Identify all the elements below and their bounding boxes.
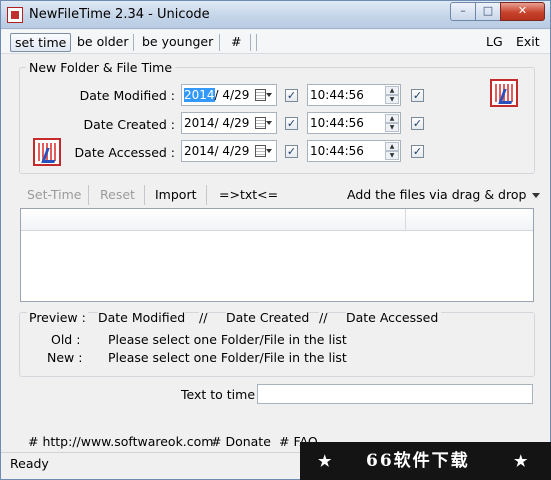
menu-separator <box>219 34 220 51</box>
menu-separator <box>250 34 251 51</box>
star-icon: ★ <box>514 452 528 470</box>
date-year-segment[interactable]: 2014 <box>184 144 215 158</box>
app-logo-icon[interactable] <box>490 79 518 107</box>
date-modified-picker[interactable]: 2014/ 4/29 <box>181 84 277 106</box>
time-modified-field[interactable]: 10:44:56 ▲ ▼ <box>307 84 401 106</box>
preview-date-modified: Date Modified <box>98 310 186 325</box>
preview-separator: // <box>199 310 208 325</box>
website-link[interactable]: # http://www.softwareok.com <box>28 434 213 449</box>
date-modified-date-checkbox[interactable]: ✓ <box>285 89 298 102</box>
time-value[interactable]: 10:44:56 <box>310 116 364 130</box>
drag-drop-label[interactable]: Add the files via drag & drop <box>347 187 526 202</box>
old-label: Old : <box>51 332 81 347</box>
menu-be-younger[interactable]: be younger <box>138 33 217 52</box>
time-spinner[interactable]: ▲ ▼ <box>385 114 399 132</box>
new-label: New : <box>47 350 83 365</box>
column-separator[interactable] <box>405 209 406 231</box>
menu-separator <box>256 34 257 51</box>
window-title: NewFileTime 2.34 - Unicode <box>29 7 210 22</box>
preview-separator: // <box>319 310 328 325</box>
time-created-field[interactable]: 10:44:56 ▲ ▼ <box>307 112 401 134</box>
new-value: Please select one Folder/File in the lis… <box>108 350 347 365</box>
time-value[interactable]: 10:44:56 <box>310 144 364 158</box>
file-list-header[interactable] <box>21 209 533 231</box>
donate-link[interactable]: # Donate <box>211 434 271 449</box>
spin-up-icon[interactable]: ▲ <box>385 86 399 95</box>
preview-date-created: Date Created <box>226 310 310 325</box>
menu-exit[interactable]: Exit <box>512 33 544 52</box>
label-date-accessed: Date Accessed : <box>74 145 175 160</box>
menu-separator <box>133 34 134 51</box>
old-value: Please select one Folder/File in the lis… <box>108 332 347 347</box>
menu-set-time[interactable]: set time <box>10 33 72 52</box>
date-year-segment[interactable]: 2014 <box>184 88 215 102</box>
close-button[interactable]: ✕ <box>500 2 545 21</box>
date-rest-segment[interactable]: / 4/29 <box>215 88 250 102</box>
txt-export-button[interactable]: =>txt<= <box>219 186 278 204</box>
toolbar-separator <box>144 185 145 205</box>
date-accessed-picker[interactable]: 2014/ 4/29 <box>181 140 277 162</box>
chevron-down-icon[interactable] <box>532 193 541 198</box>
star-icon: ★ <box>318 452 332 470</box>
maximize-button[interactable]: □ <box>475 2 501 21</box>
set-time-button[interactable]: Set-Time <box>27 186 81 204</box>
preview-date-accessed: Date Accessed <box>346 310 442 325</box>
date-created-date-checkbox[interactable]: ✓ <box>285 117 298 130</box>
app-window: NewFileTime 2.34 - Unicode – □ ✕ set tim… <box>0 0 551 480</box>
date-modified-time-checkbox[interactable]: ✓ <box>411 89 424 102</box>
watermark-banner: ★ 66软件下载 ★ <box>300 442 551 480</box>
drag-drop-menu[interactable]: Add the files via drag & drop <box>347 186 541 204</box>
toolbar-separator <box>206 185 207 205</box>
preview-label: Preview : <box>27 310 88 325</box>
calendar-dropdown-icon[interactable] <box>254 88 274 103</box>
date-rest-segment[interactable]: / 4/29 <box>215 116 250 130</box>
spin-up-icon[interactable]: ▲ <box>385 142 399 151</box>
date-created-time-checkbox[interactable]: ✓ <box>411 117 424 130</box>
time-value[interactable]: 10:44:56 <box>310 88 364 102</box>
calendar-dropdown-icon[interactable] <box>254 116 274 131</box>
date-accessed-date-checkbox[interactable]: ✓ <box>285 145 298 158</box>
date-accessed-time-checkbox[interactable]: ✓ <box>411 145 424 158</box>
menu-lg[interactable]: LG <box>482 33 507 52</box>
time-spinner[interactable]: ▲ ▼ <box>385 86 399 104</box>
file-list[interactable] <box>20 208 534 302</box>
date-rest-segment[interactable]: / 4/29 <box>215 144 250 158</box>
status-text: Ready <box>10 456 49 471</box>
spin-down-icon[interactable]: ▼ <box>385 151 399 160</box>
date-year-segment[interactable]: 2014 <box>184 116 215 130</box>
spin-up-icon[interactable]: ▲ <box>385 114 399 123</box>
watermark-text: 66软件下载 <box>366 451 470 471</box>
date-created-picker[interactable]: 2014/ 4/29 <box>181 112 277 134</box>
text-to-time-input[interactable] <box>257 384 533 404</box>
import-button[interactable]: Import <box>155 186 197 204</box>
menu-hash[interactable]: # <box>227 33 245 52</box>
spin-down-icon[interactable]: ▼ <box>385 95 399 104</box>
title-bar[interactable]: NewFileTime 2.34 - Unicode – □ ✕ <box>1 1 550 29</box>
time-spinner[interactable]: ▲ ▼ <box>385 142 399 160</box>
app-icon <box>7 7 23 23</box>
menu-bar: set time be older be younger # LG Exit <box>1 30 550 54</box>
calendar-dropdown-icon[interactable] <box>254 144 274 159</box>
reset-button[interactable]: Reset <box>100 186 135 204</box>
label-date-created: Date Created : <box>83 117 175 132</box>
group-title: New Folder & File Time <box>26 60 176 75</box>
label-date-modified: Date Modified : <box>79 88 175 103</box>
menu-be-older[interactable]: be older <box>73 33 132 52</box>
time-accessed-field[interactable]: 10:44:56 ▲ ▼ <box>307 140 401 162</box>
toolbar-separator <box>88 185 89 205</box>
minimize-button[interactable]: – <box>450 2 476 21</box>
text-to-time-label: Text to time <box>181 387 256 402</box>
spin-down-icon[interactable]: ▼ <box>385 123 399 132</box>
